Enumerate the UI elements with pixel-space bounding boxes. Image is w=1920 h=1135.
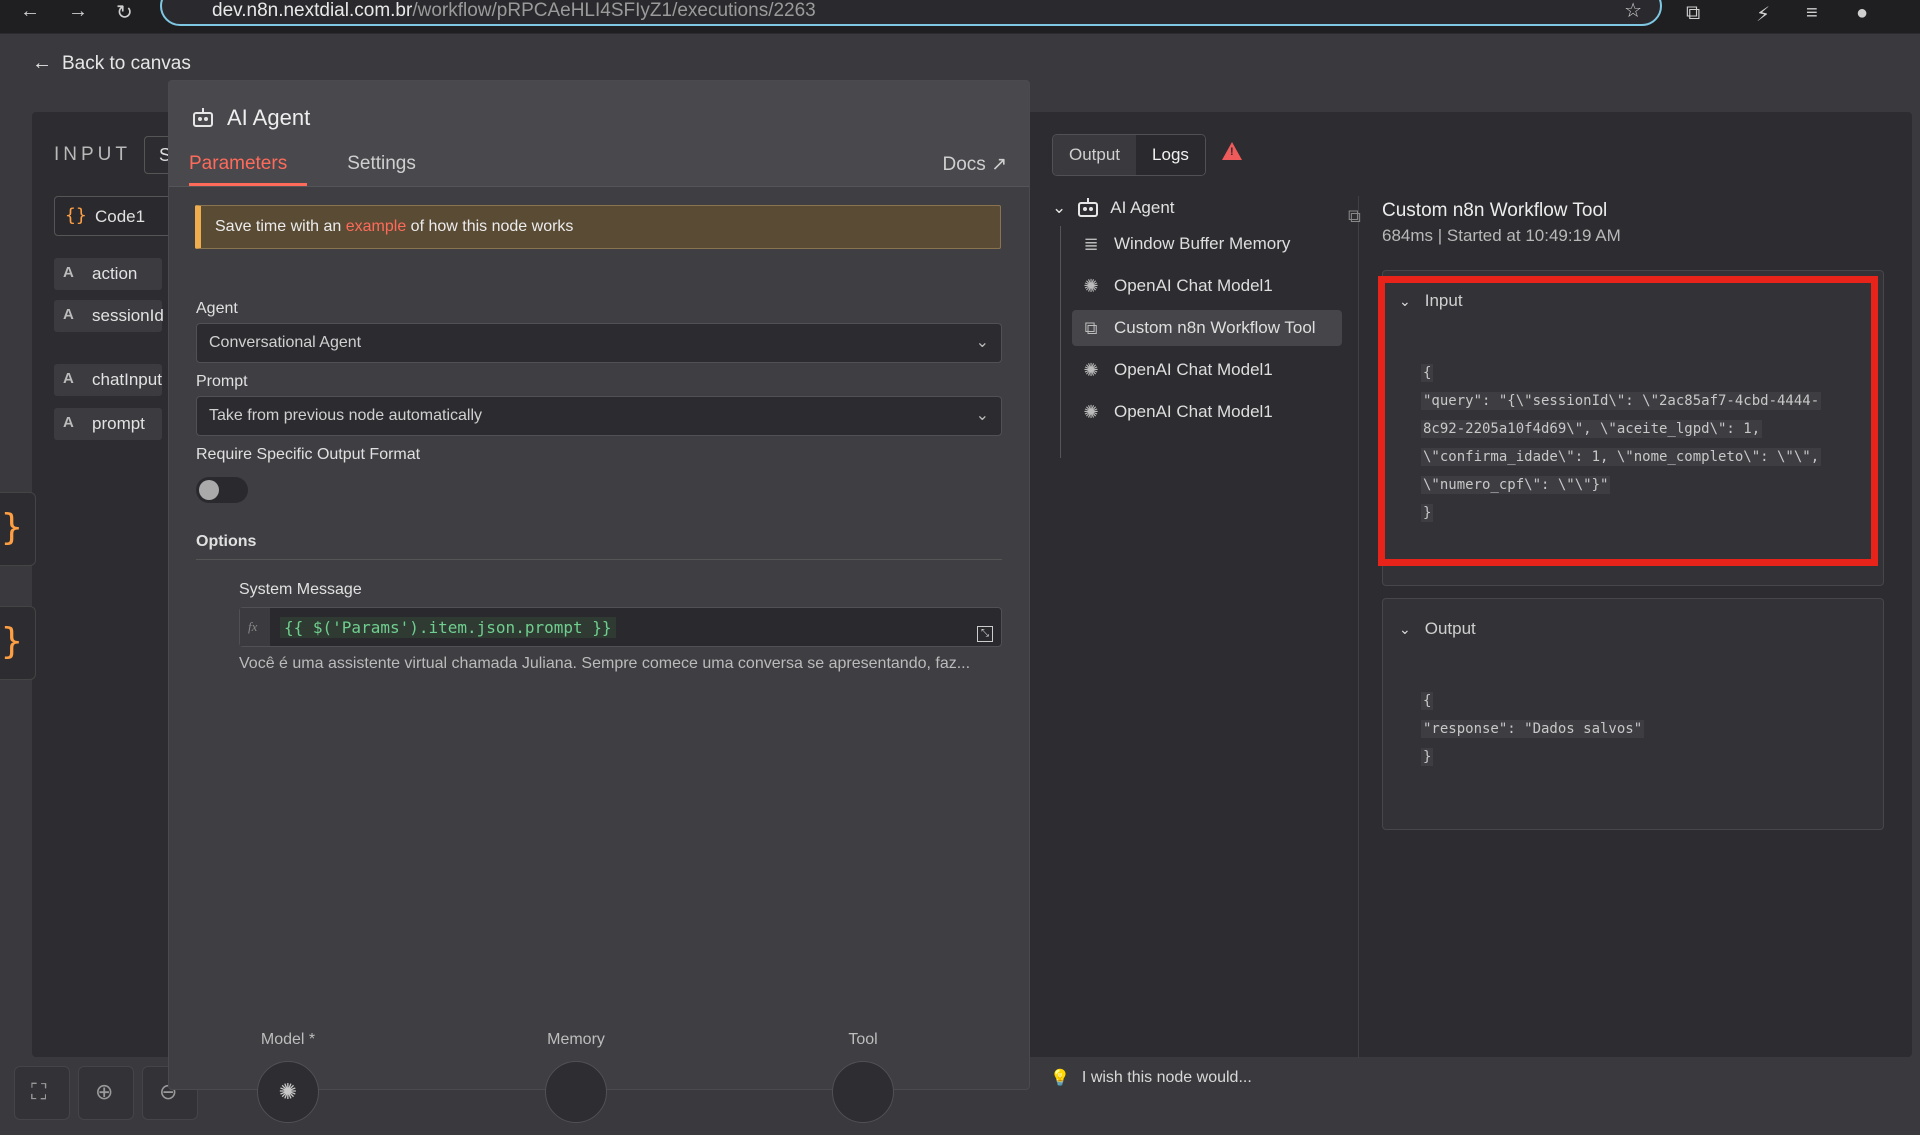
feedback-link[interactable]: 💡 I wish this node would... — [1050, 1068, 1252, 1088]
system-message-input[interactable]: fx {{ $('Params').item.json.prompt }} ⤡ — [239, 607, 1002, 647]
node-title: AI Agent — [191, 105, 310, 131]
input-panel: INPUT S {} Code1 A action s A sessionId … — [32, 112, 204, 1057]
output-logs-switch: Output Logs — [1052, 134, 1206, 176]
tab-logs[interactable]: Logs — [1136, 135, 1205, 175]
chevron-down-icon: ⌄ — [1399, 620, 1411, 637]
panel-divider — [1358, 196, 1359, 1058]
input-field-prompt[interactable]: A prompt — [54, 408, 162, 440]
address-bar[interactable]: dev.n8n.nextdial.com.br/workflow/pRPCAeH… — [160, 0, 1662, 26]
json-line: } — [1421, 748, 1434, 766]
prompt-label: Prompt — [196, 373, 248, 390]
warning-icon[interactable]: ! — [1222, 142, 1242, 160]
input-field-action[interactable]: A action s — [54, 258, 179, 290]
input-field-chatinput[interactable]: A chatInput — [54, 364, 162, 396]
subnode-memory[interactable]: Memory — [516, 1031, 636, 1123]
openai-icon[interactable]: ✺ — [257, 1061, 319, 1123]
tab-output[interactable]: Output — [1053, 135, 1137, 175]
robot-icon — [191, 108, 215, 128]
openai-icon: ✺ — [1083, 401, 1099, 422]
run-title: Custom n8n Workflow Tool — [1382, 200, 1608, 221]
chevron-down-icon[interactable]: ⌄ — [1052, 198, 1066, 218]
tab-parameters[interactable]: Parameters — [189, 153, 308, 186]
agent-label: Agent — [196, 300, 238, 317]
external-link-icon: ↗ — [991, 154, 1007, 175]
back-label: Back to canvas — [62, 52, 191, 74]
openai-icon: ✺ — [1083, 275, 1099, 296]
browser-forward-icon[interactable]: → — [68, 0, 88, 23]
expression-preview: Você é uma assistente virtual chamada Ju… — [239, 655, 971, 672]
toggle-knob — [199, 480, 219, 500]
zoom-in-button[interactable]: ⊕ — [78, 1066, 134, 1120]
tree-item-openai-chat-model[interactable]: ✺ OpenAI Chat Model1 — [1072, 268, 1342, 304]
browser-toolbar: ← → ↻ dev.n8n.nextdial.com.br/workflow/p… — [0, 0, 1920, 34]
openai-icon: ✺ — [1083, 359, 1099, 380]
tool-node-icon[interactable] — [832, 1061, 894, 1123]
options-heading: Options — [196, 533, 1002, 560]
output-section-header[interactable]: ⌄ Output — [1399, 619, 1476, 639]
run-detail-header: ⧉ Custom n8n Workflow Tool 684ms | Start… — [1348, 200, 1621, 246]
code-braces-icon: {} — [65, 205, 87, 226]
fx-icon: fx — [240, 608, 270, 646]
url-text: dev.n8n.nextdial.com.br/workflow/pRPCAeH… — [212, 0, 816, 21]
input-panel-title: INPUT — [54, 144, 131, 165]
run-meta: 684ms | Started at 10:49:19 AM — [1382, 226, 1621, 245]
canvas-code-node[interactable]: } — [0, 606, 36, 680]
json-line: "response": "Dados salvos" — [1421, 720, 1645, 738]
code-brace-icon: } — [1, 507, 23, 548]
tree-item-custom-workflow-tool[interactable]: ⧉ Custom n8n Workflow Tool — [1072, 310, 1342, 346]
tree-item-openai-chat-model[interactable]: ✺ OpenAI Chat Model1 — [1072, 394, 1342, 430]
agent-select[interactable]: Conversational Agent ⌄ — [196, 323, 1002, 363]
output-panel: Output Logs ! ⌄ AI Agent ≣ Window Buffer… — [1030, 112, 1912, 1058]
arrow-left-icon: ← — [32, 52, 52, 74]
highlight-annotation-box — [1378, 276, 1878, 566]
node-settings-modal: AI Agent Parameters Settings Docs ↗ Save… — [168, 80, 1030, 1123]
media-icon[interactable]: ≡ — [1806, 2, 1818, 25]
zoom-in-icon: ⊕ — [95, 1079, 114, 1104]
tree-item-window-buffer-memory[interactable]: ≣ Window Buffer Memory — [1072, 226, 1342, 262]
json-line: { — [1421, 692, 1434, 710]
subnode-tool[interactable]: Tool — [803, 1031, 923, 1123]
expand-icon[interactable]: ⤡ — [977, 626, 993, 642]
input-field-sessionid[interactable]: A sessionId — [54, 300, 164, 332]
browser-reload-icon[interactable]: ↻ — [116, 0, 133, 25]
output-json: { "response": "Dados salvos" } — [1421, 687, 1645, 771]
tree-item-openai-chat-model[interactable]: ✺ OpenAI Chat Model1 — [1072, 352, 1342, 388]
profile-avatar[interactable]: ● — [1856, 2, 1868, 25]
fit-view-button[interactable]: ⛶ — [14, 1066, 70, 1120]
chevron-down-icon: ⌄ — [975, 334, 989, 351]
browser-back-icon[interactable]: ← — [20, 0, 40, 23]
code-brace-icon: } — [1, 621, 23, 662]
modal-header: AI Agent Parameters Settings Docs ↗ — [169, 81, 1029, 187]
workflow-icon: ⧉ — [1348, 206, 1361, 226]
chevron-down-icon: ⌄ — [975, 407, 989, 424]
fullscreen-icon: ⛶ — [31, 1079, 47, 1104]
tree-connector — [1060, 226, 1061, 458]
bookmark-star-icon[interactable]: ☆ — [1624, 0, 1642, 23]
back-to-canvas-button[interactable]: ← Back to canvas — [32, 52, 191, 75]
prompt-select[interactable]: Take from previous node automatically ⌄ — [196, 396, 1002, 436]
workflow-icon: ⧉ — [1084, 317, 1098, 338]
example-tip-banner: Save time with an example of how this no… — [195, 205, 1001, 249]
tab-settings[interactable]: Settings — [347, 153, 416, 186]
memory-node-icon[interactable] — [545, 1061, 607, 1123]
subnode-model[interactable]: Model * ✺ — [228, 1031, 348, 1123]
system-message-label: System Message — [239, 581, 362, 598]
tree-root[interactable]: ⌄ AI Agent — [1052, 198, 1175, 218]
node-tabs: Parameters Settings — [189, 153, 416, 186]
output-data-box: ⌄ Output { "response": "Dados salvos" } — [1382, 598, 1884, 830]
docs-link[interactable]: Docs ↗ — [943, 153, 1008, 176]
output-format-label: Require Specific Output Format — [196, 446, 421, 463]
node-title-text[interactable]: AI Agent — [227, 105, 310, 131]
output-format-toggle[interactable] — [196, 477, 248, 503]
example-link[interactable]: example — [346, 218, 406, 235]
expression-text: {{ $('Params').item.json.prompt }} — [280, 617, 616, 638]
extension-icon[interactable]: ⚡ — [1756, 2, 1770, 27]
lightbulb-icon: 💡 — [1050, 1070, 1070, 1087]
canvas-code-node[interactable]: } — [0, 492, 36, 566]
robot-icon — [1076, 198, 1100, 218]
extensions-icon[interactable]: ⧉ — [1686, 2, 1700, 25]
database-icon: ≣ — [1083, 233, 1099, 254]
